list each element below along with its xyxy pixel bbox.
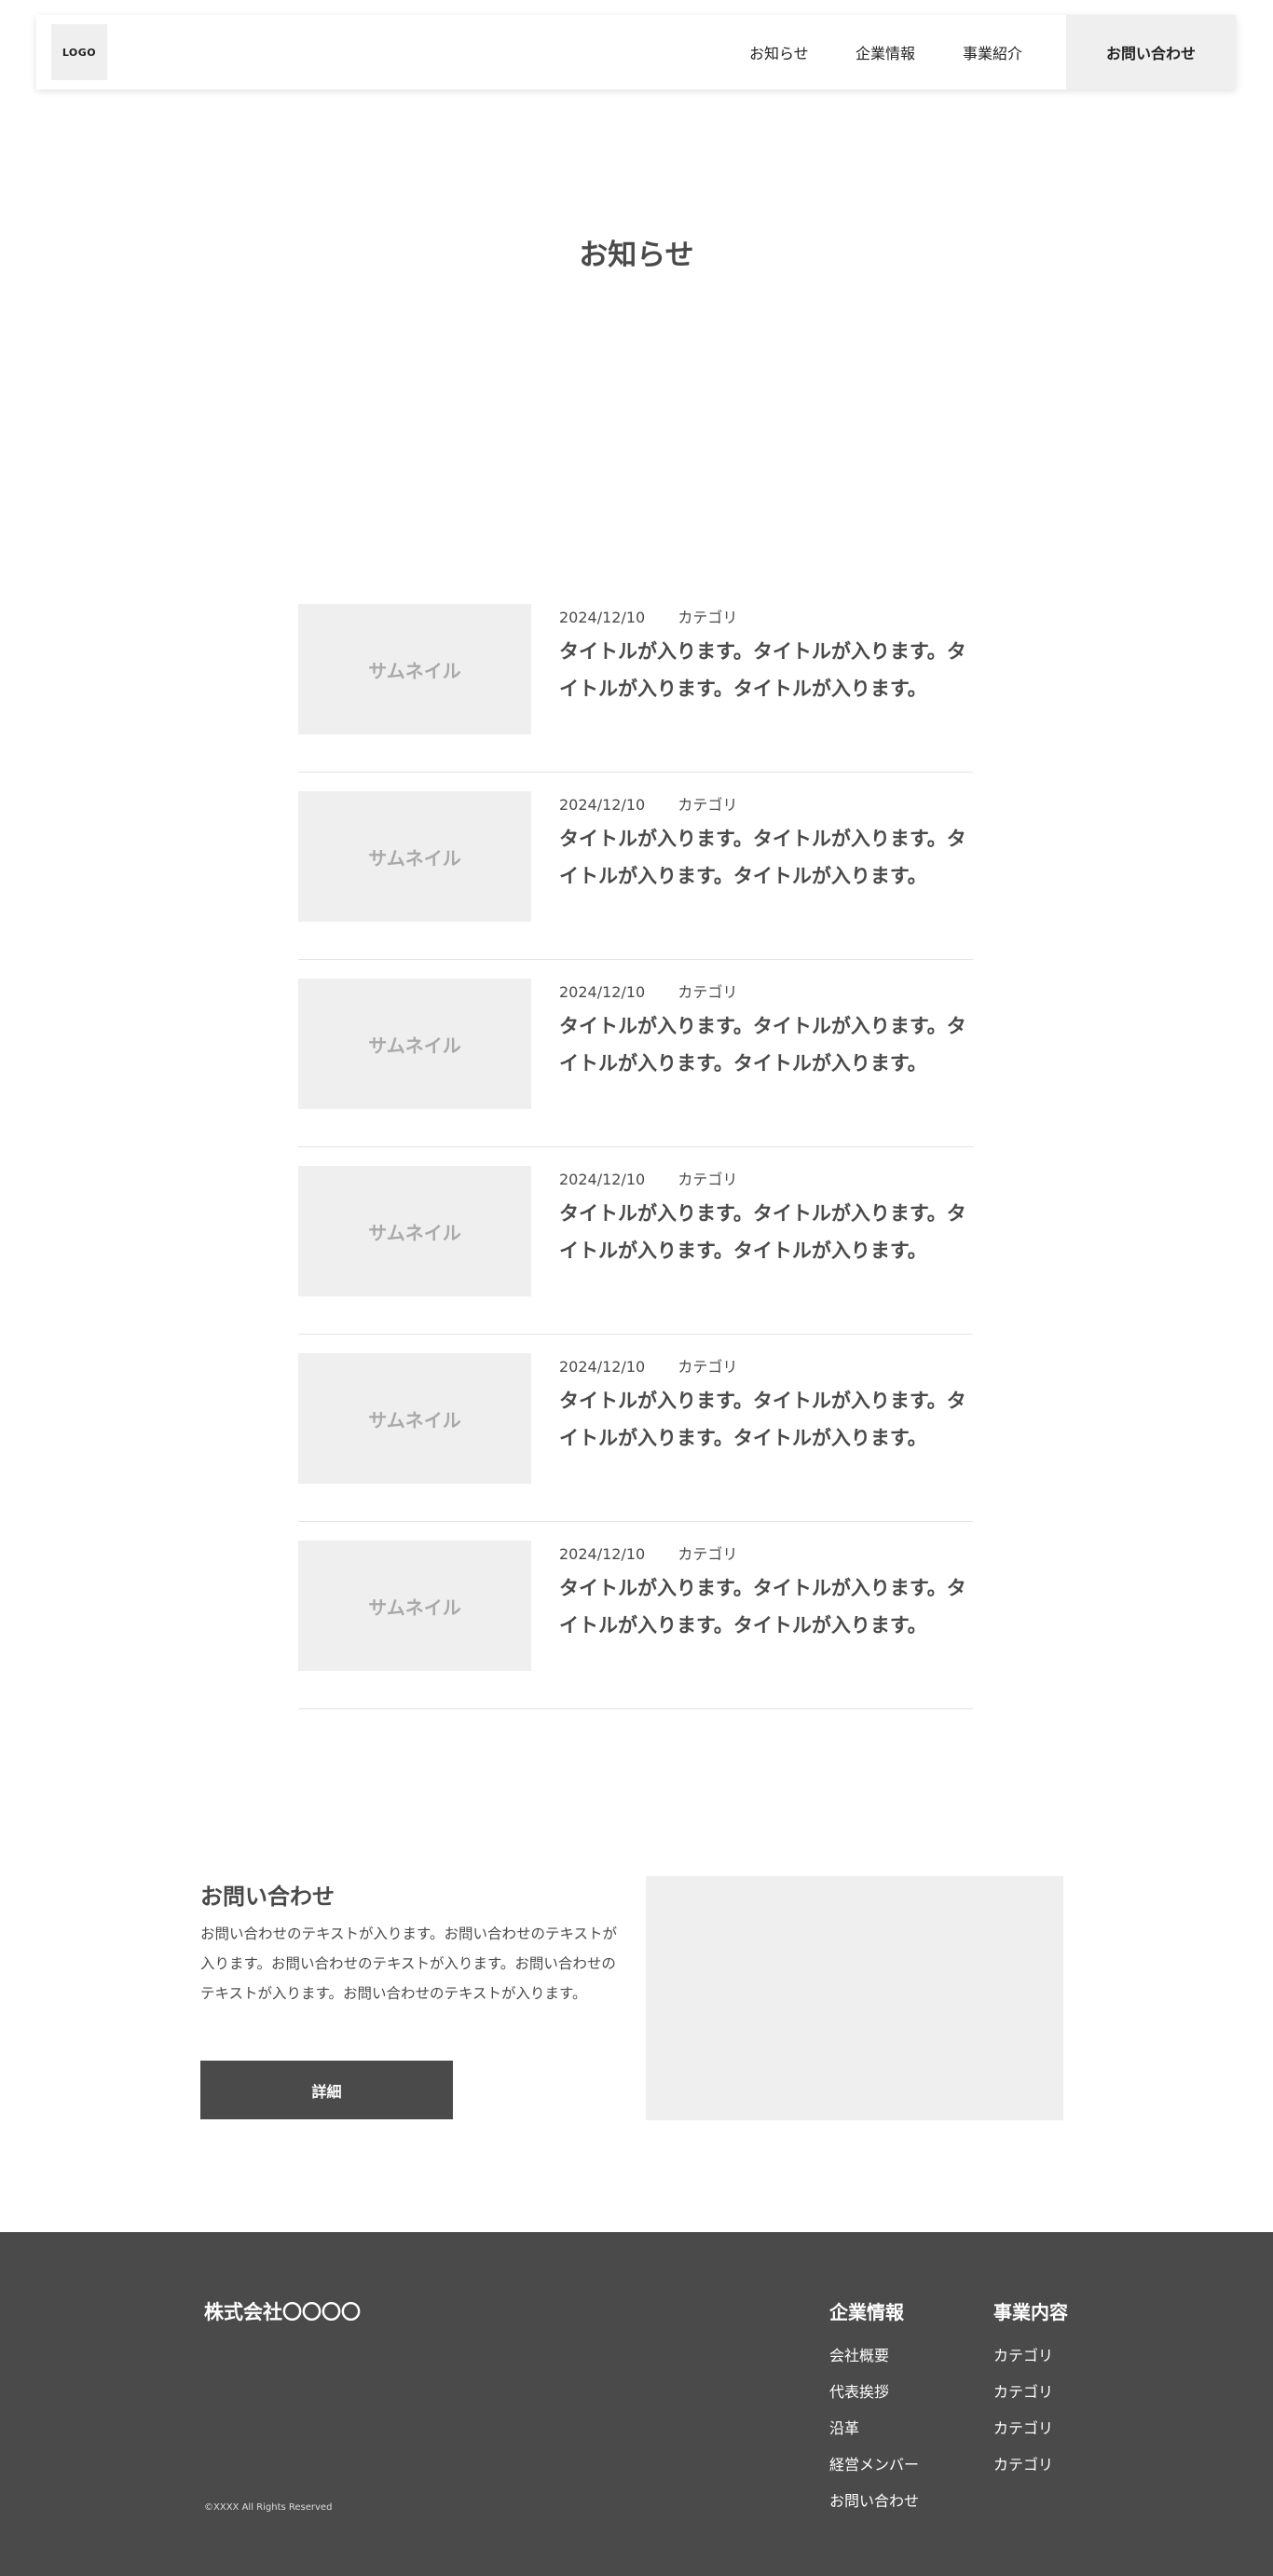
news-category[interactable]: カテゴリ <box>678 796 737 814</box>
footer-link[interactable]: 沿革 <box>829 2410 919 2446</box>
header-contact-button[interactable]: お問い合わせ <box>1066 15 1236 89</box>
news-list: サムネイル 2024/12/10 カテゴリ タイトルが入ります。タイトルが入りま… <box>298 585 973 1709</box>
contact-heading: お問い合わせ <box>200 1884 335 1910</box>
news-date: 2024/12/10 <box>559 609 646 626</box>
footer-col-business: 事業内容 カテゴリ カテゴリ カテゴリ カテゴリ <box>993 2297 1068 2483</box>
news-date: 2024/12/10 <box>559 796 646 814</box>
news-date: 2024/12/10 <box>559 983 646 1001</box>
news-date: 2024/12/10 <box>559 1545 646 1563</box>
news-category[interactable]: カテゴリ <box>678 1358 737 1376</box>
site-header: LOGO お知らせ 企業情報 事業紹介 お問い合わせ <box>36 15 1236 89</box>
footer-link[interactable]: カテゴリ <box>993 2446 1068 2483</box>
news-meta: 2024/12/10 カテゴリ <box>559 792 737 815</box>
news-category[interactable]: カテゴリ <box>678 609 737 626</box>
site-footer: 株式会社〇〇〇〇 ©XXXX All Rights Reserved 企業情報 … <box>0 2232 1273 2576</box>
news-meta: 2024/12/10 カテゴリ <box>559 980 737 1002</box>
footer-link[interactable]: お問い合わせ <box>829 2483 919 2519</box>
news-title[interactable]: タイトルが入ります。タイトルが入ります。タイトルが入ります。タイトルが入ります。 <box>559 1007 973 1082</box>
footer-company-name: 株式会社〇〇〇〇 <box>204 2301 361 2323</box>
detail-button[interactable]: 詳細 <box>200 2061 453 2119</box>
news-thumbnail[interactable]: サムネイル <box>298 979 531 1109</box>
footer-link[interactable]: カテゴリ <box>993 2374 1068 2410</box>
news-title[interactable]: タイトルが入ります。タイトルが入ります。タイトルが入ります。タイトルが入ります。 <box>559 1382 973 1457</box>
news-thumbnail[interactable]: サムネイル <box>298 1353 531 1484</box>
footer-col-company: 企業情報 会社概要 代表挨拶 沿革 経営メンバー お問い合わせ <box>829 2297 919 2519</box>
footer-col-title: 事業内容 <box>993 2301 1068 2323</box>
copyright: ©XXXX All Rights Reserved <box>204 2502 333 2513</box>
news-category[interactable]: カテゴリ <box>678 1545 737 1563</box>
footer-link[interactable]: カテゴリ <box>993 2337 1068 2374</box>
news-title[interactable]: タイトルが入ります。タイトルが入ります。タイトルが入ります。タイトルが入ります。 <box>559 820 973 895</box>
global-nav: お知らせ 企業情報 事業紹介 <box>36 15 1236 89</box>
news-meta: 2024/12/10 カテゴリ <box>559 605 737 627</box>
news-date: 2024/12/10 <box>559 1358 646 1376</box>
news-meta: 2024/12/10 カテゴリ <box>559 1167 737 1189</box>
nav-item-company[interactable]: 企業情報 <box>856 41 915 63</box>
nav-item-news[interactable]: お知らせ <box>749 41 809 63</box>
news-date: 2024/12/10 <box>559 1171 646 1188</box>
footer-link[interactable]: 経営メンバー <box>829 2446 919 2483</box>
news-thumbnail[interactable]: サムネイル <box>298 1166 531 1296</box>
news-meta: 2024/12/10 カテゴリ <box>559 1541 737 1564</box>
news-item[interactable]: サムネイル 2024/12/10 カテゴリ タイトルが入ります。タイトルが入りま… <box>298 585 973 773</box>
contact-image-placeholder <box>646 1876 1063 2120</box>
news-title[interactable]: タイトルが入ります。タイトルが入ります。タイトルが入ります。タイトルが入ります。 <box>559 633 973 707</box>
news-title[interactable]: タイトルが入ります。タイトルが入ります。タイトルが入ります。タイトルが入ります。 <box>559 1195 973 1269</box>
news-thumbnail[interactable]: サムネイル <box>298 604 531 734</box>
footer-link[interactable]: 会社概要 <box>829 2337 919 2374</box>
news-item[interactable]: サムネイル 2024/12/10 カテゴリ タイトルが入ります。タイトルが入りま… <box>298 1335 973 1522</box>
news-meta: 2024/12/10 カテゴリ <box>559 1354 737 1377</box>
news-category[interactable]: カテゴリ <box>678 983 737 1001</box>
footer-link[interactable]: カテゴリ <box>993 2410 1068 2446</box>
news-item[interactable]: サムネイル 2024/12/10 カテゴリ タイトルが入ります。タイトルが入りま… <box>298 1147 973 1335</box>
page-title: お知らせ <box>579 239 694 272</box>
news-item[interactable]: サムネイル 2024/12/10 カテゴリ タイトルが入ります。タイトルが入りま… <box>298 773 973 960</box>
footer-col-title: 企業情報 <box>829 2301 904 2323</box>
news-thumbnail[interactable]: サムネイル <box>298 791 531 922</box>
contact-text: お問い合わせのテキストが入ります。お問い合わせのテキストが入ります。お問い合わせ… <box>200 1925 618 2002</box>
news-item[interactable]: サムネイル 2024/12/10 カテゴリ タイトルが入ります。タイトルが入りま… <box>298 1522 973 1709</box>
news-item[interactable]: サムネイル 2024/12/10 カテゴリ タイトルが入ります。タイトルが入りま… <box>298 960 973 1147</box>
footer-link[interactable]: 代表挨拶 <box>829 2374 919 2410</box>
news-thumbnail[interactable]: サムネイル <box>298 1541 531 1671</box>
nav-item-business[interactable]: 事業紹介 <box>963 41 1022 63</box>
news-category[interactable]: カテゴリ <box>678 1171 737 1188</box>
news-title[interactable]: タイトルが入ります。タイトルが入ります。タイトルが入ります。タイトルが入ります。 <box>559 1569 973 1644</box>
